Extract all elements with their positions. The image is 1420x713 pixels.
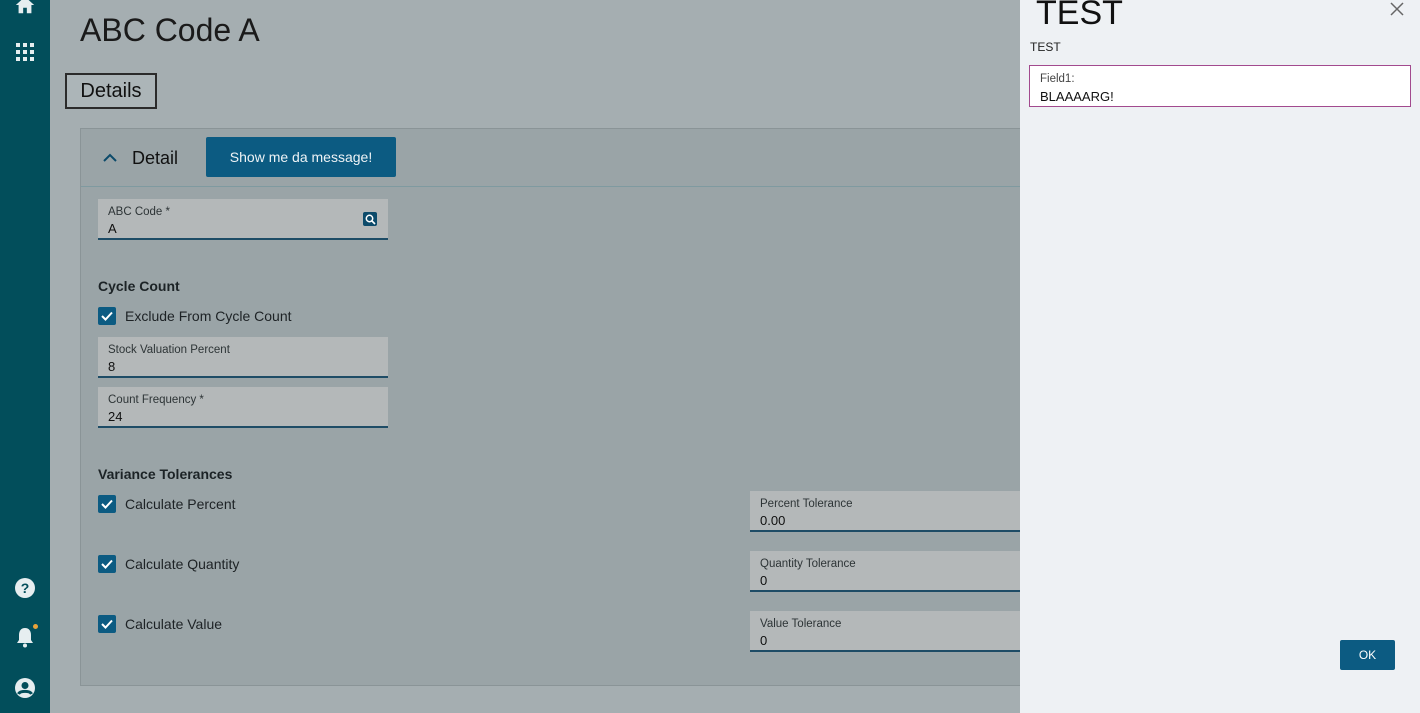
chevron-up-icon[interactable] xyxy=(101,149,119,167)
stock-valuation-field[interactable]: Stock Valuation Percent 8 xyxy=(98,337,388,378)
quantity-tolerance-field[interactable]: Quantity Tolerance 0 xyxy=(750,551,1030,592)
count-frequency-label: Count Frequency * xyxy=(108,394,204,406)
svg-text:?: ? xyxy=(21,580,30,596)
percent-tolerance-value: 0.00 xyxy=(760,513,786,528)
exclude-cycle-count-checkbox[interactable]: Exclude From Cycle Count xyxy=(98,307,292,325)
quantity-tolerance-label: Quantity Tolerance xyxy=(760,558,856,570)
detail-card-header: Detail Show me da message! xyxy=(81,129,1029,187)
bell-icon[interactable] xyxy=(12,624,38,650)
check-icon xyxy=(98,307,116,325)
calculate-percent-checkbox[interactable]: Calculate Percent xyxy=(98,495,236,513)
value-tolerance-value: 0 xyxy=(760,633,768,648)
stock-valuation-value: 8 xyxy=(108,359,116,374)
calculate-quantity-label: Calculate Quantity xyxy=(125,556,240,572)
field1-input[interactable]: Field1: BLAAAARG! xyxy=(1029,65,1411,107)
home-icon[interactable] xyxy=(12,0,38,18)
calculate-percent-label: Calculate Percent xyxy=(125,496,236,512)
ok-button[interactable]: OK xyxy=(1340,640,1395,670)
count-frequency-field[interactable]: Count Frequency * 24 xyxy=(98,387,388,428)
calculate-quantity-checkbox[interactable]: Calculate Quantity xyxy=(98,555,239,573)
page-title: ABC Code A xyxy=(80,12,260,48)
user-icon[interactable] xyxy=(12,675,38,701)
field1-label: Field1: xyxy=(1040,73,1075,85)
calculate-value-checkbox[interactable]: Calculate Value xyxy=(98,615,222,633)
dialog-subtitle: TEST xyxy=(1030,40,1061,54)
value-tolerance-field[interactable]: Value Tolerance 0 xyxy=(750,611,1030,652)
quantity-tolerance-value: 0 xyxy=(760,573,768,588)
apps-grid-icon[interactable] xyxy=(12,39,38,65)
percent-tolerance-field[interactable]: Percent Tolerance 0.00 xyxy=(750,491,1030,532)
check-icon xyxy=(98,615,116,633)
field1-value: BLAAAARG! xyxy=(1040,89,1114,104)
show-message-button[interactable]: Show me da message! xyxy=(206,137,396,177)
test-dialog-panel: TEST TEST Field1: BLAAAARG! OK xyxy=(1020,0,1420,713)
count-frequency-value: 24 xyxy=(108,409,123,424)
nav-rail: ? xyxy=(0,0,50,713)
detail-section-title: Detail xyxy=(132,148,179,168)
value-tolerance-label: Value Tolerance xyxy=(760,618,842,630)
abc-code-field[interactable]: ABC Code * A xyxy=(98,199,388,240)
percent-tolerance-label: Percent Tolerance xyxy=(760,498,853,510)
check-icon xyxy=(98,495,116,513)
check-icon xyxy=(98,555,116,573)
tab-details[interactable]: Details xyxy=(65,73,157,109)
abc-code-value: A xyxy=(108,221,117,236)
exclude-cycle-count-label: Exclude From Cycle Count xyxy=(125,308,292,324)
close-icon[interactable] xyxy=(1390,2,1404,16)
abc-code-label: ABC Code * xyxy=(108,206,171,218)
stock-valuation-label: Stock Valuation Percent xyxy=(108,344,230,356)
cycle-count-title: Cycle Count xyxy=(98,278,180,294)
dialog-title: TEST xyxy=(1036,0,1123,32)
detail-card: Detail Show me da message! ABC Code * A … xyxy=(80,128,1030,686)
help-icon[interactable]: ? xyxy=(12,575,38,601)
notification-dot xyxy=(33,624,38,629)
lookup-search-icon[interactable] xyxy=(362,211,378,227)
variance-tolerances-title: Variance Tolerances xyxy=(98,466,233,482)
calculate-value-label: Calculate Value xyxy=(125,616,223,632)
